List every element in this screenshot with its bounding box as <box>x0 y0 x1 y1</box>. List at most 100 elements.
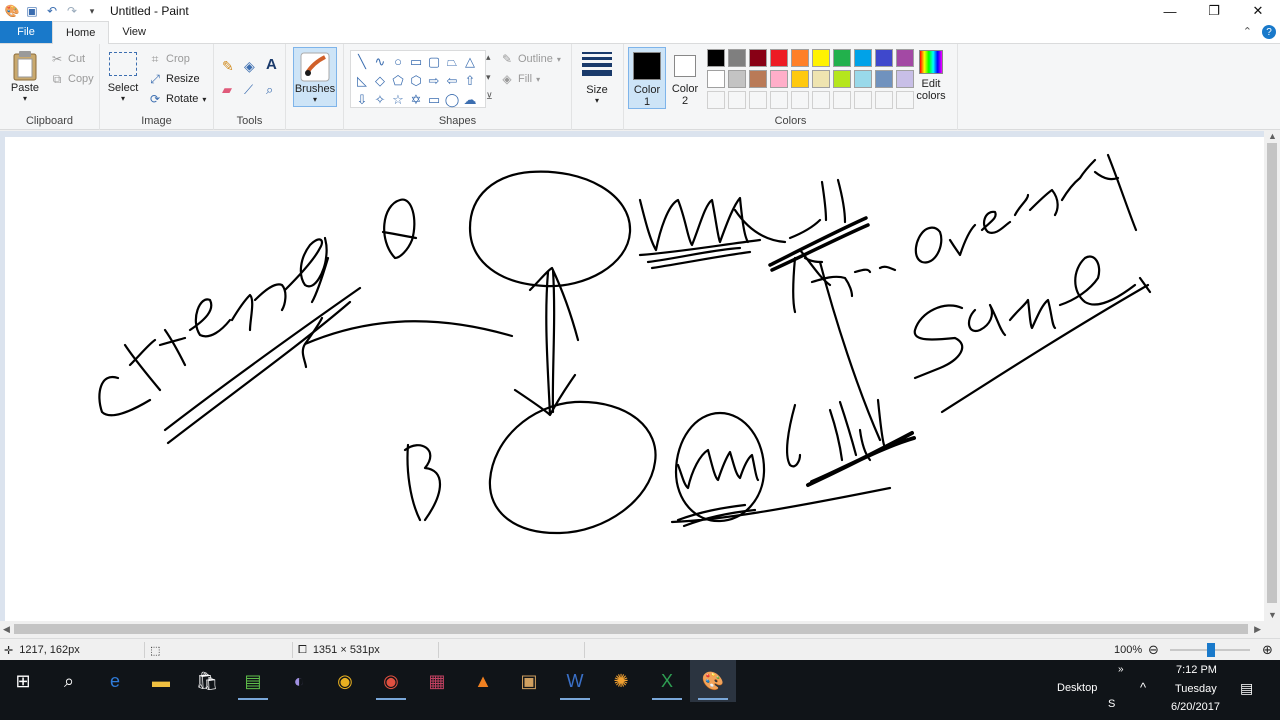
drawing-canvas[interactable] <box>5 137 1264 621</box>
palette-swatch[interactable] <box>749 91 767 109</box>
copy-button[interactable]: ⧉ Copy <box>50 72 94 86</box>
palette-swatch[interactable] <box>728 91 746 109</box>
callout-cloud-shape-icon[interactable]: ☁ <box>461 90 479 109</box>
right-triangle-shape-icon[interactable]: ◺ <box>353 71 371 90</box>
line-shape-icon[interactable]: ╲ <box>353 52 371 71</box>
scroll-left-arrow-icon[interactable]: ◀ <box>3 624 10 635</box>
oval-shape-icon[interactable]: ○ <box>389 52 407 71</box>
search-button[interactable]: ⌕ <box>46 660 92 702</box>
rectangle-shape-icon[interactable]: ▭ <box>407 52 425 71</box>
vertical-scrollbar[interactable]: ▲ ▼ <box>1264 131 1280 621</box>
magnifier-icon[interactable]: ⌕ <box>266 82 273 98</box>
taskbar-chrome-2[interactable]: ◉ <box>368 660 414 702</box>
palette-swatch[interactable] <box>854 70 872 88</box>
palette-swatch[interactable] <box>791 91 809 109</box>
palette-swatch[interactable] <box>791 49 809 67</box>
scroll-right-arrow-icon[interactable]: ▶ <box>1254 624 1261 635</box>
four-point-star-shape-icon[interactable]: ✧ <box>371 90 389 109</box>
palette-swatch[interactable] <box>833 70 851 88</box>
palette-swatch[interactable] <box>707 70 725 88</box>
palette-swatch[interactable] <box>770 70 788 88</box>
palette-swatch[interactable] <box>896 91 914 109</box>
color-picker-icon[interactable]: ⟋ <box>244 82 253 98</box>
rotate-button[interactable]: ⟳ Rotate ▾ <box>148 92 206 106</box>
paste-button[interactable]: Paste ▾ <box>8 50 42 103</box>
down-arrow-shape-icon[interactable]: ⇩ <box>353 90 371 109</box>
language-indicator[interactable]: S <box>1108 698 1115 710</box>
palette-swatch[interactable] <box>749 49 767 67</box>
palette-swatch[interactable] <box>770 49 788 67</box>
hexagon-shape-icon[interactable]: ⬡ <box>407 71 425 90</box>
desktop-toolbar-label[interactable]: Desktop <box>1057 682 1097 694</box>
palette-swatch[interactable] <box>770 91 788 109</box>
palette-swatch[interactable] <box>812 70 830 88</box>
palette-swatch[interactable] <box>833 91 851 109</box>
select-button[interactable]: Select ▾ <box>106 52 140 103</box>
paint-app-icon[interactable]: 🎨 <box>2 1 22 21</box>
palette-swatch[interactable] <box>833 49 851 67</box>
text-icon[interactable]: A <box>266 56 277 73</box>
palette-swatch[interactable] <box>854 49 872 67</box>
palette-swatch[interactable] <box>896 70 914 88</box>
taskbar-chrome[interactable]: ◉ <box>322 660 368 702</box>
resize-button[interactable]: ⤢ Resize <box>148 72 199 86</box>
clock-date[interactable]: 6/20/2017 <box>1171 701 1220 713</box>
triangle-shape-icon[interactable]: △ <box>461 52 479 71</box>
undo-icon[interactable]: ↶ <box>42 1 62 21</box>
taskbar-flower-app[interactable]: ✺ <box>598 660 644 702</box>
zoom-in-icon[interactable]: ⊕ <box>1262 639 1273 661</box>
rounded-rectangle-shape-icon[interactable]: ▢ <box>425 52 443 71</box>
crop-button[interactable]: ⌗ Crop <box>148 52 190 66</box>
fill-bucket-icon[interactable]: ◈ <box>244 58 255 75</box>
five-point-star-shape-icon[interactable]: ☆ <box>389 90 407 109</box>
size-button[interactable]: Size ▾ <box>580 52 614 105</box>
vertical-scroll-thumb[interactable] <box>1267 143 1277 603</box>
up-arrow-shape-icon[interactable]: ⇧ <box>461 71 479 90</box>
callout-oval-shape-icon[interactable]: ◯ <box>443 90 461 109</box>
palette-swatch[interactable] <box>812 91 830 109</box>
fill-button[interactable]: ◈ Fill ▾ <box>500 72 540 86</box>
pentagon-shape-icon[interactable]: ⬠ <box>389 71 407 90</box>
tab-view[interactable]: View <box>109 21 159 43</box>
left-arrow-shape-icon[interactable]: ⇦ <box>443 71 461 90</box>
scroll-down-arrow-icon[interactable]: ▼ <box>1268 610 1277 620</box>
palette-swatch[interactable] <box>875 91 893 109</box>
close-button[interactable]: ✕ <box>1236 0 1280 22</box>
taskbar-vlc[interactable]: ▲ <box>460 660 506 702</box>
scroll-up-arrow-icon[interactable]: ▲ <box>1268 131 1277 141</box>
edit-colors-button[interactable]: Edit colors <box>914 50 948 102</box>
palette-swatch[interactable] <box>728 70 746 88</box>
diamond-shape-icon[interactable]: ◇ <box>371 71 389 90</box>
palette-swatch[interactable] <box>707 49 725 67</box>
palette-swatch[interactable] <box>875 70 893 88</box>
help-icon[interactable]: ? <box>1262 25 1276 39</box>
taskbar-file-explorer[interactable]: ▬ <box>138 660 184 702</box>
collapse-ribbon-icon[interactable]: ⌃ <box>1243 25 1252 39</box>
restore-button[interactable]: ❐ <box>1192 0 1236 22</box>
customize-qa-icon[interactable]: ▾ <box>82 1 102 21</box>
taskbar-word[interactable]: W <box>552 660 598 702</box>
tray-expand-icon[interactable]: » <box>1118 664 1124 675</box>
taskbar-excel[interactable]: X <box>644 660 690 702</box>
palette-swatch[interactable] <box>728 49 746 67</box>
palette-swatch[interactable] <box>812 49 830 67</box>
redo-icon[interactable]: ↷ <box>62 1 82 21</box>
taskbar-app[interactable]: ▣ <box>506 660 552 702</box>
outline-button[interactable]: ✎ Outline ▾ <box>500 52 561 66</box>
six-point-star-shape-icon[interactable]: ✡ <box>407 90 425 109</box>
notification-center-icon[interactable]: ▤ <box>1240 680 1253 697</box>
eraser-icon[interactable]: ▰ <box>222 82 232 98</box>
polygon-shape-icon[interactable]: ⏢ <box>443 52 461 71</box>
brushes-button[interactable]: Brushes ▾ <box>293 47 337 107</box>
taskbar-store[interactable]: 🛍 <box>184 660 230 702</box>
horizontal-scroll-thumb[interactable] <box>14 624 1248 634</box>
color1-button[interactable]: Color 1 <box>628 47 666 109</box>
curve-shape-icon[interactable]: ∿ <box>371 52 389 71</box>
cut-button[interactable]: ✂ Cut <box>50 52 85 66</box>
taskbar-paint[interactable]: 🎨 <box>690 660 736 702</box>
horizontal-scrollbar[interactable]: ◀ ▶ <box>0 621 1264 637</box>
clock-day[interactable]: Tuesday <box>1175 683 1217 695</box>
zoom-slider-thumb[interactable] <box>1207 643 1215 657</box>
taskbar-notepad[interactable]: ▤ <box>230 660 276 702</box>
zoom-out-icon[interactable]: ⊖ <box>1148 639 1159 661</box>
